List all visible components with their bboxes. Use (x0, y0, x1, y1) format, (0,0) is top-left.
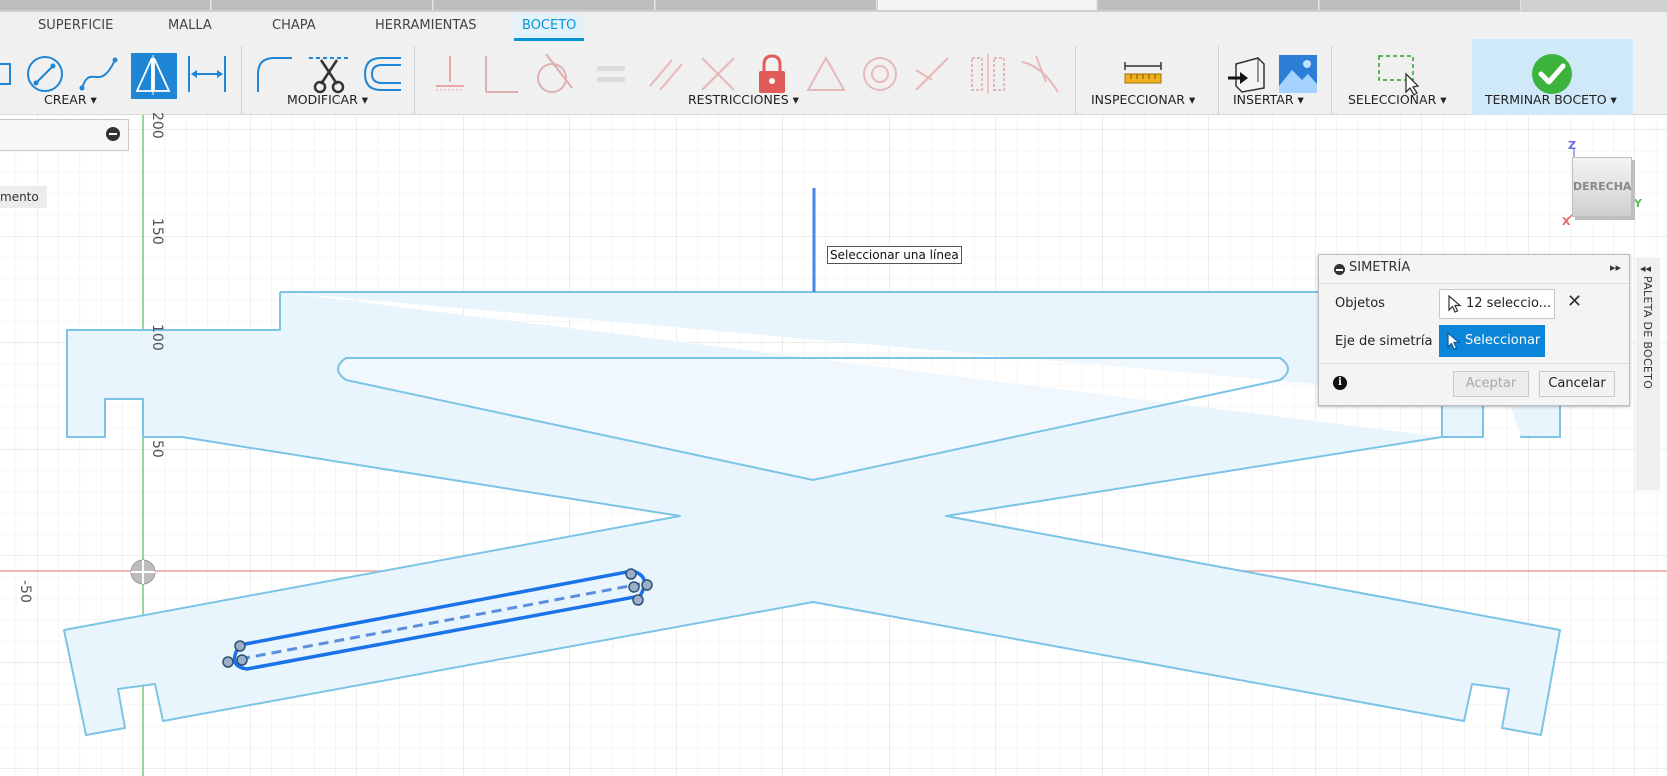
sketch-canvas[interactable] (0, 115, 1667, 776)
dimension-icon[interactable] (185, 52, 229, 96)
objects-label: Objetos (1335, 296, 1385, 311)
document-tab[interactable] (0, 0, 211, 10)
horizontal-vertical-icon[interactable] (428, 52, 472, 96)
fix-lock-icon[interactable] (750, 52, 794, 96)
browser-tag[interactable]: mento (0, 186, 47, 208)
curvature-icon[interactable] (1018, 52, 1062, 96)
slot-point (234, 640, 246, 652)
cursor-arrow-icon (1448, 295, 1462, 313)
circle-icon[interactable] (23, 52, 67, 96)
finish-sketch-check-icon[interactable] (1530, 52, 1574, 96)
sketch-palette-label: PALETA DE BOCETO (1641, 276, 1654, 390)
trim-icon[interactable] (307, 52, 351, 96)
cursor-arrow-icon (1447, 332, 1461, 350)
group-inspeccionar-label[interactable]: INSPECCIONAR ▾ (1091, 92, 1195, 107)
view-cube-axis-z: Z (1568, 139, 1576, 152)
axis-select-label: Seleccionar (1465, 333, 1541, 348)
tangent-icon[interactable] (532, 52, 576, 96)
measure-icon[interactable] (1121, 52, 1165, 96)
view-cube-axis-y: Y (1634, 197, 1642, 210)
browser-panel-header[interactable] (0, 119, 129, 151)
toolbar-ribbon: SUPERFICIE MALLA CHAPA HERRAMIENTAS BOCE… (0, 12, 1667, 126)
ruler-label-neg50: -50 (17, 580, 33, 603)
group-separator (1218, 46, 1219, 116)
clear-selection-icon[interactable]: ✕ (1567, 291, 1582, 312)
tab-herramientas[interactable]: HERRAMIENTAS (367, 14, 485, 40)
group-modificar-label[interactable]: MODIFICAR ▾ (287, 92, 368, 107)
tab-boceto[interactable]: BOCETO (514, 14, 585, 41)
mirror-icon[interactable] (131, 53, 177, 99)
group-insertar-label[interactable]: INSERTAR ▾ (1233, 92, 1304, 107)
accept-button[interactable]: Aceptar (1453, 371, 1529, 397)
dialog-divider (1319, 363, 1629, 364)
insert-derive-icon[interactable] (1224, 52, 1268, 96)
expand-palette-icon[interactable]: ◂◂ (1640, 262, 1651, 275)
insert-image-icon[interactable] (1276, 52, 1320, 96)
collapse-dialog-icon[interactable] (1334, 264, 1345, 275)
ruler-label-50: 50 (149, 440, 165, 458)
axis-select-button[interactable]: Seleccionar (1439, 325, 1545, 357)
parallel-icon[interactable] (644, 52, 688, 96)
document-tab[interactable] (212, 0, 433, 10)
axis-label: Eje de simetría (1335, 334, 1433, 349)
slot-point (641, 579, 653, 591)
ruler-label-100: 100 (149, 324, 165, 351)
midpoint-icon[interactable] (804, 52, 848, 96)
tab-malla[interactable]: MALLA (160, 14, 220, 40)
sketch-drawing[interactable] (0, 115, 1667, 776)
group-seleccionar-label[interactable]: SELECCIONAR ▾ (1348, 92, 1447, 107)
expand-dialog-icon[interactable]: ▸▸ (1610, 261, 1621, 274)
concentric-icon[interactable] (858, 52, 902, 96)
tab-superficie[interactable]: SUPERFICIE (30, 14, 121, 40)
slot-point (222, 656, 234, 668)
info-icon[interactable]: i (1333, 376, 1347, 390)
symmetry-dialog: SIMETRÍA ▸▸ Objetos 12 seleccio... ✕ Eje… (1318, 254, 1630, 406)
view-cube-face-label: DERECHA (1573, 180, 1632, 193)
rectangle-icon[interactable] (0, 52, 22, 96)
dialog-title: SIMETRÍA (1349, 260, 1411, 275)
document-tabs-strip (0, 0, 1667, 12)
view-cube-axis-x: X (1562, 215, 1571, 228)
origin-icon[interactable] (130, 559, 156, 585)
group-separator (1331, 46, 1332, 116)
group-terminar-label[interactable]: TERMINAR BOCETO ▾ (1485, 92, 1617, 107)
coincident-icon[interactable] (478, 52, 522, 96)
window-select-icon[interactable] (1376, 52, 1420, 96)
cursor-tooltip: Seleccionar una línea (827, 246, 962, 264)
fillet-icon[interactable] (252, 52, 296, 96)
ruler-label-200: 200 (149, 112, 165, 139)
group-separator (414, 46, 415, 116)
group-crear-label[interactable]: CREAR ▾ (44, 92, 97, 107)
tab-chapa[interactable]: CHAPA (264, 14, 324, 40)
group-restricciones-label[interactable]: RESTRICCIONES ▾ (688, 92, 799, 107)
objects-selection-field[interactable]: 12 seleccio... (1439, 289, 1555, 319)
perpendicular-icon[interactable] (696, 52, 740, 96)
document-tab-active[interactable] (878, 0, 1097, 10)
slot-point (625, 568, 637, 580)
document-tab[interactable] (1098, 0, 1319, 10)
objects-value: 12 seleccio... (1466, 296, 1552, 311)
slot-point (628, 581, 640, 593)
dialog-header[interactable]: SIMETRÍA ▸▸ (1319, 255, 1629, 284)
document-tab[interactable] (656, 0, 877, 10)
ruler-label-150: 150 (149, 218, 165, 245)
spline-icon[interactable] (77, 52, 121, 96)
sketch-palette-tab[interactable]: ◂◂ PALETA DE BOCETO (1636, 258, 1660, 490)
document-tab[interactable] (434, 0, 655, 10)
collapse-panel-icon[interactable] (106, 127, 120, 141)
group-separator (241, 46, 242, 116)
cancel-button[interactable]: Cancelar (1539, 371, 1615, 397)
slot-point (632, 594, 644, 606)
document-tab[interactable] (1320, 0, 1521, 10)
symmetric-icon[interactable] (966, 52, 1010, 96)
view-cube-face[interactable]: DERECHA (1572, 157, 1632, 217)
view-cube[interactable]: Z Y X DERECHA (1562, 139, 1642, 229)
offset-icon[interactable] (361, 52, 405, 96)
equal-icon[interactable] (589, 52, 633, 96)
group-separator (1075, 46, 1076, 116)
slot-point (236, 654, 248, 666)
collinear-icon[interactable] (910, 52, 954, 96)
